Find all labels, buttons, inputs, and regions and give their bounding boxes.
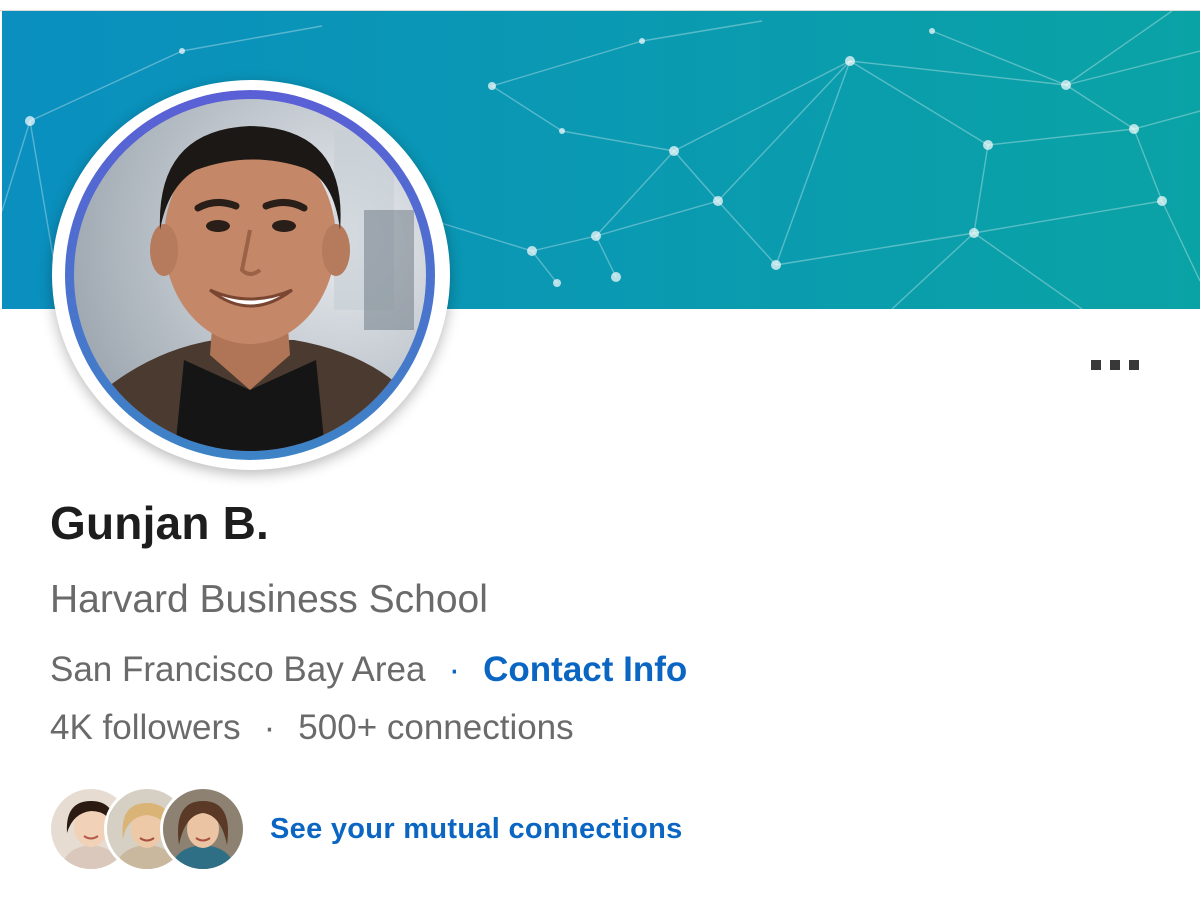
profile-card: Gunjan B. Harvard Business School San Fr…	[0, 0, 1200, 914]
profile-headline: Harvard Business School	[50, 578, 488, 621]
more-options-icon	[1091, 360, 1101, 370]
more-options-icon-dot	[1129, 360, 1139, 370]
stats-row: 4K followers · 500+ connections	[50, 708, 574, 748]
more-options-icon-dot	[1110, 360, 1120, 370]
location-row: San Francisco Bay Area · Contact Info	[50, 650, 687, 690]
mutual-connections-row: See your mutual connections	[48, 784, 683, 874]
mutual-avatar-3	[160, 786, 246, 872]
followers-count[interactable]: 4K followers	[50, 708, 241, 748]
separator-dot: ·	[263, 708, 276, 747]
contact-info-link[interactable]: Contact Info	[483, 650, 687, 690]
connections-count[interactable]: 500+ connections	[298, 708, 573, 748]
separator-dot: ·	[448, 650, 461, 689]
profile-photo-image	[65, 90, 435, 460]
profile-photo[interactable]	[64, 90, 436, 460]
mutual-connections-avatars[interactable]	[48, 784, 248, 874]
profile-location: San Francisco Bay Area	[50, 650, 426, 689]
mutual-connections-link[interactable]: See your mutual connections	[270, 813, 683, 846]
profile-name: Gunjan B.	[50, 497, 270, 549]
top-divider	[0, 0, 1200, 11]
more-options-button[interactable]	[1082, 350, 1148, 380]
person-photo-icon	[163, 789, 243, 869]
